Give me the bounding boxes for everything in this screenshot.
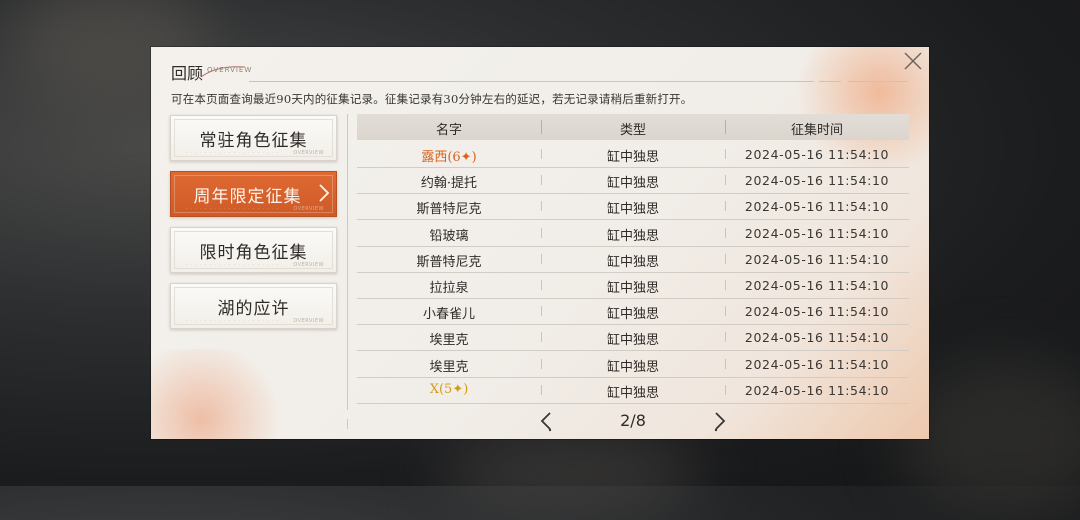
- table-row: 斯普特尼克 缸中独思 2024-05-16 11:54:10: [357, 246, 909, 273]
- cell-time: 2024-05-16 11:54:10: [744, 251, 890, 267]
- page-indicator: 2/8: [620, 411, 646, 430]
- cell-type: 缸中独思: [606, 385, 659, 401]
- decorative-dots: · · · · · · · · · · · · · · · · · · · ·: [185, 262, 279, 267]
- cell-time: 2024-05-16 11:54:10: [744, 304, 890, 320]
- cell-type: 缸中独思: [606, 228, 659, 244]
- sidebar-item-label: 周年限定征集: [193, 187, 302, 207]
- cell-time: 2024-05-16 11:54:10: [744, 278, 890, 293]
- decorative-dots: · · · · · · · · · · · · · · · · · · · ·: [185, 318, 279, 323]
- chevron-right-icon: [319, 184, 330, 202]
- cell-type: 缸中独思: [606, 254, 659, 270]
- table-row: 约翰·提托 缸中独思 2024-05-16 11:54:10: [357, 167, 909, 195]
- cell-name: 斯普特尼克: [416, 202, 482, 218]
- cell-type: 缸中独思: [606, 281, 659, 296]
- decorative-dots: · · · · · · · · · · · · · · · · · · · ·: [185, 206, 279, 211]
- sidebar-item-tag: OVERVIEW: [293, 150, 324, 156]
- cell-time: 2024-05-16 11:54:10: [744, 199, 890, 215]
- sidebar-item-tag: OVERVIEW: [293, 262, 324, 268]
- title-divider: [848, 81, 908, 82]
- cell-name: 小春雀儿: [422, 307, 475, 323]
- chevron-right-icon[interactable]: [711, 410, 729, 432]
- cell-type: 缸中独思: [606, 176, 659, 192]
- sidebar-item-tag: OVERVIEW: [293, 318, 324, 324]
- record-panel: 回顾 OVERVIEW 可在本页面查询最近90天内的征集记录。征集记录有30分钟…: [151, 47, 929, 439]
- page-subtitle: OVERVIEW: [207, 66, 253, 74]
- cell-time: 2024-05-16 11:54:10: [744, 173, 890, 189]
- cell-name: 铅玻璃: [429, 228, 469, 244]
- cell-name: 露西(6✦): [421, 150, 477, 165]
- sidebar-item-label: 限时角色征集: [199, 243, 308, 263]
- table-row: 小春雀儿 缸中独思 2024-05-16 11:54:10: [357, 298, 909, 326]
- cell-time: 2024-05-16 11:54:10: [744, 330, 890, 346]
- cell-name: 斯普特尼克: [416, 254, 482, 270]
- cell-name: X(5✦): [429, 381, 469, 397]
- sidebar-item-standard-banner[interactable]: 常驻角色征集 · · · · · · · · · · · · · · · · ·…: [170, 115, 337, 161]
- decorative-dots: · · · · · · · · · · · · · · · · · · · ·: [185, 150, 279, 155]
- column-header-name: 名字: [435, 123, 462, 138]
- table-header: 名字 类型 征集时间: [357, 114, 909, 140]
- cell-name: 拉拉泉: [429, 281, 469, 296]
- sidebar-item-anniversary-banner[interactable]: 周年限定征集 · · · · · · · · · · · · · · · · ·…: [170, 171, 337, 217]
- chevron-left-icon[interactable]: [537, 410, 555, 432]
- column-header-time: 征集时间: [790, 123, 843, 138]
- vertical-divider: [347, 419, 348, 429]
- cell-name: 埃里克: [429, 359, 469, 375]
- cell-time: 2024-05-16 11:54:10: [744, 147, 890, 162]
- title-divider: [249, 81, 814, 82]
- table-row: 埃里克 缸中独思 2024-05-16 11:54:10: [357, 351, 909, 378]
- sidebar-item-limited-banner[interactable]: 限时角色征集 · · · · · · · · · · · · · · · · ·…: [170, 227, 337, 273]
- sidebar-item-label: 湖的应许: [217, 299, 290, 319]
- cell-time: 2024-05-16 11:54:10: [744, 356, 890, 372]
- table-row: X(5✦) 缸中独思 2024-05-16 11:54:10: [357, 377, 909, 404]
- notice-text: 可在本页面查询最近90天内的征集记录。征集记录有30分钟左右的延迟，若无记录请稍…: [171, 92, 693, 106]
- title-divider: [819, 81, 841, 82]
- vertical-divider: [347, 114, 348, 410]
- cell-type: 缸中独思: [606, 333, 659, 349]
- pagination: 2/8: [357, 407, 909, 435]
- cell-name: 埃里克: [429, 333, 469, 349]
- table-row: 铅玻璃 缸中独思 2024-05-16 11:54:10: [357, 220, 909, 247]
- sidebar-item-tag: OVERVIEW: [293, 206, 324, 212]
- cell-time: 2024-05-16 11:54:10: [744, 225, 890, 241]
- table-row: 露西(6✦) 缸中独思 2024-05-16 11:54:10: [357, 141, 909, 168]
- cell-type: 缸中独思: [606, 307, 659, 323]
- sidebar-item-label: 常驻角色征集: [199, 131, 308, 151]
- table-row: 埃里克 缸中独思 2024-05-16 11:54:10: [357, 324, 909, 352]
- table-row: 斯普特尼克 缸中独思 2024-05-16 11:54:10: [357, 193, 909, 221]
- table-row: 拉拉泉 缸中独思 2024-05-16 11:54:10: [357, 272, 909, 299]
- cell-type: 缸中独思: [606, 359, 659, 375]
- cell-time: 2024-05-16 11:54:10: [744, 382, 890, 398]
- cell-name: 约翰·提托: [420, 176, 478, 192]
- cell-type: 缸中独思: [606, 150, 659, 165]
- close-icon[interactable]: [902, 50, 924, 72]
- cell-type: 缸中独思: [606, 202, 659, 218]
- sidebar-item-lake-promise[interactable]: 湖的应许 · · · · · · · · · · · · · · · · · ·…: [170, 283, 337, 329]
- column-header-type: 类型: [619, 123, 646, 138]
